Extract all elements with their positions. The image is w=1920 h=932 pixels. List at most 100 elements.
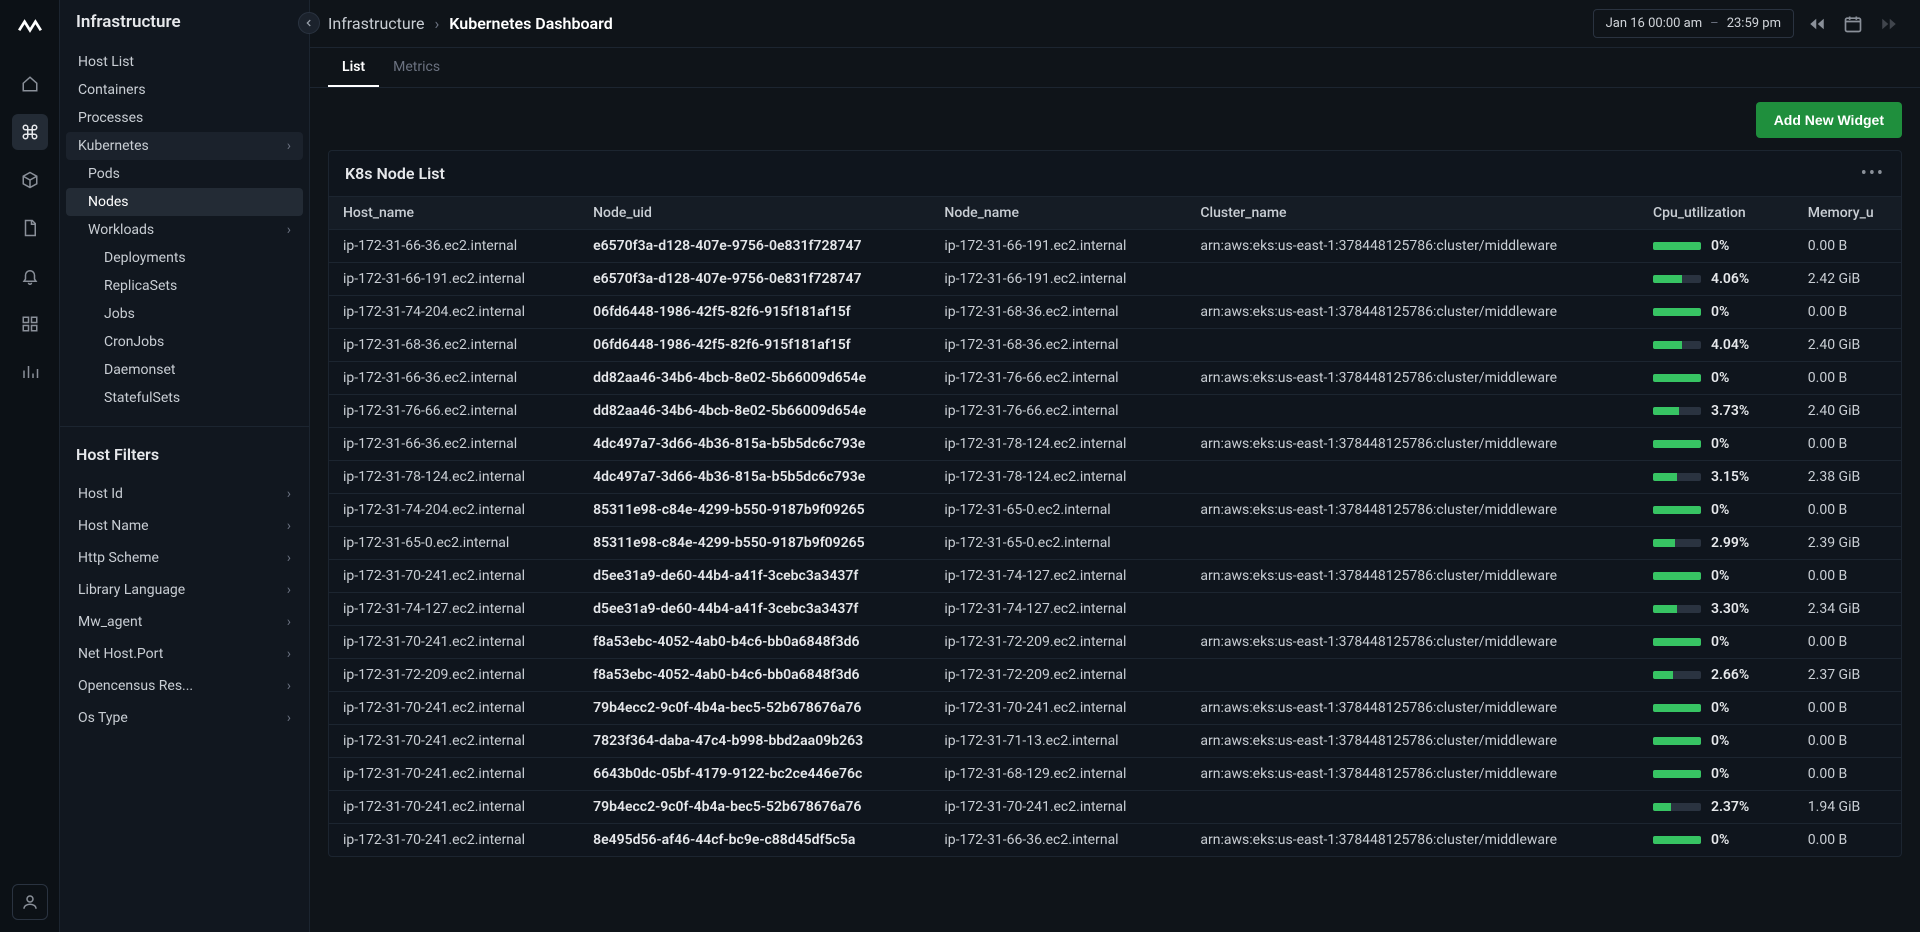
table-row[interactable]: ip-172-31-70-241.ec2.internalf8a53ebc-40… [329,626,1901,659]
sidebar-item-workloads[interactable]: Workloads› [66,216,303,244]
filter-net-host-port[interactable]: Net Host.Port› [66,638,303,670]
sidebar-item-deployments[interactable]: Deployments [66,244,303,272]
breadcrumb-root[interactable]: Infrastructure [328,14,424,33]
table-row[interactable]: ip-172-31-65-0.ec2.internal85311e98-c84e… [329,527,1901,560]
breadcrumb: Infrastructure › Kubernetes Dashboard [328,14,613,33]
sidebar-item-replicasets[interactable]: ReplicaSets [66,272,303,300]
sidebar-item-kubernetes[interactable]: Kubernetes› [66,132,303,160]
cell-host: ip-172-31-70-241.ec2.internal [329,824,579,857]
column-cluster_name[interactable]: Cluster_name [1186,197,1639,230]
column-node_name[interactable]: Node_name [930,197,1186,230]
node-table: Host_nameNode_uidNode_nameCluster_nameCp… [329,196,1901,856]
panel-menu-icon[interactable]: ••• [1861,163,1885,184]
sidebar-title: Infrastructure [76,12,181,32]
table-row[interactable]: ip-172-31-70-241.ec2.internal79b4ecc2-9c… [329,791,1901,824]
cell-uid: f8a53ebc-4052-4ab0-b4c6-bb0a6848f3d6 [579,626,930,659]
table-row[interactable]: ip-172-31-66-36.ec2.internaldd82aa46-34b… [329,362,1901,395]
table-row[interactable]: ip-172-31-74-204.ec2.internal85311e98-c8… [329,494,1901,527]
cell-node: ip-172-31-65-0.ec2.internal [930,527,1186,560]
time-range-picker[interactable]: Jan 16 00:00 am – 23:59 pm [1593,9,1794,38]
cpu-bar [1653,572,1701,580]
cpu-bar [1653,308,1701,316]
filter-library-language[interactable]: Library Language› [66,574,303,606]
calendar-icon[interactable] [1840,11,1866,37]
cpu-bar [1653,605,1701,613]
cell-uid: 6643b0dc-05bf-4179-9122-bc2ce446e76c [579,758,930,791]
table-row[interactable]: ip-172-31-76-66.ec2.internaldd82aa46-34b… [329,395,1901,428]
step-forward-icon[interactable] [1876,11,1902,37]
cpu-value: 4.06% [1711,271,1749,287]
column-node_uid[interactable]: Node_uid [579,197,930,230]
table-row[interactable]: ip-172-31-66-36.ec2.internal4dc497a7-3d6… [329,428,1901,461]
sidebar-item-statefulsets[interactable]: StatefulSets [66,384,303,412]
chevron-right-icon: › [287,678,291,694]
table-row[interactable]: ip-172-31-68-36.ec2.internal06fd6448-198… [329,329,1901,362]
table-row[interactable]: ip-172-31-70-241.ec2.internal7823f364-da… [329,725,1901,758]
table-row[interactable]: ip-172-31-74-127.ec2.internald5ee31a9-de… [329,593,1901,626]
filter-opencensus-res-[interactable]: Opencensus Res...› [66,670,303,702]
cell-cluster: arn:aws:eks:us-east-1:378448125786:clust… [1186,824,1639,857]
cell-host: ip-172-31-70-241.ec2.internal [329,758,579,791]
sidebar-item-host-list[interactable]: Host List [66,48,303,76]
sidebar-item-cronjobs[interactable]: CronJobs [66,328,303,356]
cell-node: ip-172-31-78-124.ec2.internal [930,461,1186,494]
cpu-bar [1653,803,1701,811]
cell-memory: 2.37 GiB [1794,659,1901,692]
filter-label: Library Language [78,582,185,598]
table-row[interactable]: ip-172-31-72-209.ec2.internalf8a53ebc-40… [329,659,1901,692]
table-row[interactable]: ip-172-31-70-241.ec2.internald5ee31a9-de… [329,560,1901,593]
rail-cube[interactable] [12,162,48,198]
cell-uid: 4dc497a7-3d66-4b36-815a-b5b5dc6c793e [579,461,930,494]
sidebar-item-pods[interactable]: Pods [66,160,303,188]
cell-host: ip-172-31-70-241.ec2.internal [329,560,579,593]
cpu-bar [1653,341,1701,349]
filter-http-scheme[interactable]: Http Scheme› [66,542,303,574]
sidebar-item-nodes[interactable]: Nodes [66,188,303,216]
cpu-bar [1653,638,1701,646]
table-row[interactable]: ip-172-31-74-204.ec2.internal06fd6448-19… [329,296,1901,329]
sidebar-item-daemonset[interactable]: Daemonset [66,356,303,384]
cell-cpu: 2.66% [1639,659,1794,692]
cell-cpu: 3.73% [1639,395,1794,428]
cell-uid: 85311e98-c84e-4299-b550-9187b9f09265 [579,494,930,527]
cpu-bar [1653,506,1701,514]
tab-list[interactable]: List [328,49,379,87]
chevron-right-icon: › [287,710,291,726]
cell-node: ip-172-31-76-66.ec2.internal [930,395,1186,428]
table-row[interactable]: ip-172-31-66-191.ec2.internale6570f3a-d1… [329,263,1901,296]
column-host_name[interactable]: Host_name [329,197,579,230]
table-row[interactable]: ip-172-31-70-241.ec2.internal6643b0dc-05… [329,758,1901,791]
rail-command[interactable] [12,114,48,150]
column-cpu_utilization[interactable]: Cpu_utilization [1639,197,1794,230]
sidebar-item-jobs[interactable]: Jobs [66,300,303,328]
cell-cpu: 0% [1639,626,1794,659]
cell-uid: e6570f3a-d128-407e-9756-0e831f728747 [579,230,930,263]
rail-bell[interactable] [12,258,48,294]
rail-chart[interactable] [12,354,48,390]
rail-document[interactable] [12,210,48,246]
table-row[interactable]: ip-172-31-70-241.ec2.internal8e495d56-af… [329,824,1901,857]
filter-mw-agent[interactable]: Mw_agent› [66,606,303,638]
table-row[interactable]: ip-172-31-70-241.ec2.internal79b4ecc2-9c… [329,692,1901,725]
add-widget-button[interactable]: Add New Widget [1756,102,1902,138]
filter-host-id[interactable]: Host Id› [66,478,303,510]
filter-label: Os Type [78,710,128,726]
table-row[interactable]: ip-172-31-66-36.ec2.internale6570f3a-d12… [329,230,1901,263]
table-row[interactable]: ip-172-31-78-124.ec2.internal4dc497a7-3d… [329,461,1901,494]
step-back-icon[interactable] [1804,11,1830,37]
cell-memory: 2.38 GiB [1794,461,1901,494]
rail-user[interactable] [12,884,48,920]
filter-host-name[interactable]: Host Name› [66,510,303,542]
sidebar-item-containers[interactable]: Containers [66,76,303,104]
sidebar-item-processes[interactable]: Processes [66,104,303,132]
cell-host: ip-172-31-70-241.ec2.internal [329,791,579,824]
sidebar-item-label: Containers [78,82,146,98]
cell-node: ip-172-31-71-13.ec2.internal [930,725,1186,758]
rail-grid[interactable] [12,306,48,342]
tab-metrics[interactable]: Metrics [379,49,454,87]
rail-home[interactable] [12,66,48,102]
column-memory_u[interactable]: Memory_u [1794,197,1901,230]
sidebar-collapse-button[interactable] [298,12,320,34]
filter-os-type[interactable]: Os Type › [66,702,303,734]
sidebar-item-label: Deployments [104,250,186,266]
